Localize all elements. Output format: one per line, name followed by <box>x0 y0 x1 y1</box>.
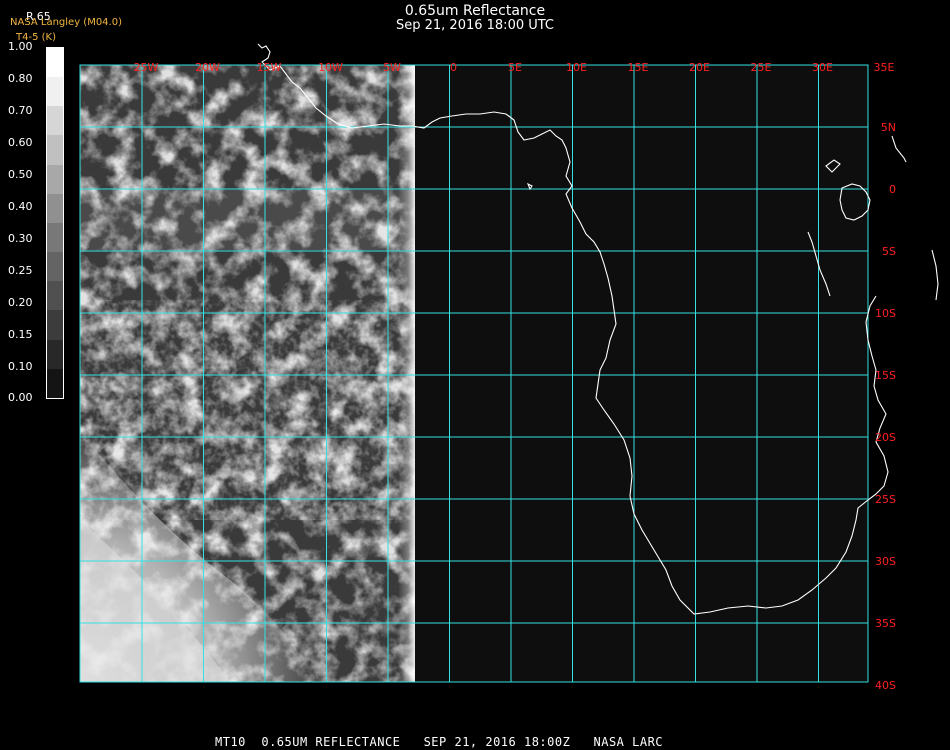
colorbar-segment <box>47 339 63 369</box>
satellite-map: 25W 20W 15W 10W 5W 0 5E 10E 15E 20E 25E 30E 35E 5N05… <box>79 43 939 692</box>
longitude-label: 20W <box>195 61 220 74</box>
colorbar-tick-label: 0.60 <box>8 136 33 149</box>
longitude-label: 25E <box>751 61 772 74</box>
reflectance-colorbar <box>46 47 64 399</box>
colorbar-segment <box>47 106 63 136</box>
latitude-labels: 5N 0 5S 10S 15S 20S 25S 30S 35S 40S <box>875 121 896 692</box>
east-coast-fragment <box>891 135 907 163</box>
colorbar-segment <box>47 368 63 398</box>
colorbar-tick-label: 1.00 <box>8 40 33 53</box>
latitude-label: 10S <box>875 307 896 320</box>
longitude-label: 15E <box>628 61 649 74</box>
longitude-label: 15W <box>257 61 282 74</box>
colorbar-tick-label: 0.80 <box>8 72 33 85</box>
colorbar-segment <box>47 164 63 194</box>
source-label: NASA Langley (M04.0) <box>10 17 122 28</box>
colorbar-tick-label: 0.20 <box>8 296 33 309</box>
latitude-label: 40S <box>875 679 896 692</box>
colorbar-segment <box>47 281 63 311</box>
colorbar-tick-label: 0.70 <box>8 104 33 117</box>
colorbar-segment <box>47 135 63 165</box>
colorbar-segment <box>47 252 63 282</box>
map-title: 0.65um Reflectance <box>404 3 546 19</box>
longitude-label: 10W <box>318 61 343 74</box>
longitude-label: 10E <box>566 61 587 74</box>
latitude-label: 20S <box>875 431 896 444</box>
latitude-label: 30S <box>875 555 896 568</box>
colorbar-tick-label: 0.40 <box>8 200 33 213</box>
longitude-label: 0 <box>450 61 457 74</box>
colorbar-segment <box>47 193 63 223</box>
colorbar-tick-label: 0.50 <box>8 168 33 181</box>
colorbar-tick-label: 0.15 <box>8 328 33 341</box>
map-subtitle: Sep 21, 2016 18:00 UTC <box>395 18 555 33</box>
satellite-swath <box>80 65 415 682</box>
latitude-label: 25S <box>875 493 896 506</box>
longitude-label: 30E <box>812 61 833 74</box>
longitude-label: 5E <box>508 61 522 74</box>
latitude-label: 0 <box>889 183 896 196</box>
colorbar-tick-label: 0.10 <box>8 360 33 373</box>
colorbar-tick-label: 0.30 <box>8 232 33 245</box>
colorbar-segment <box>47 310 63 340</box>
footer-caption: MT10 0.65UM REFLECTANCE SEP 21, 2016 18:… <box>215 735 664 749</box>
longitude-label: 25W <box>134 61 159 74</box>
latitude-label: 5S <box>882 245 896 258</box>
colorbar-tick-label: 0.00 <box>8 391 33 404</box>
lake-malawi <box>931 249 939 301</box>
longitude-label: 35E <box>874 61 895 74</box>
longitude-label: 20E <box>689 61 710 74</box>
latitude-label: 15S <box>875 369 896 382</box>
latitude-label: 35S <box>875 617 896 630</box>
longitude-label: 5W <box>383 61 401 74</box>
latitude-label: 5N <box>881 121 896 134</box>
colorbar-segment <box>47 222 63 253</box>
colorbar-segment <box>47 48 63 78</box>
colorbar-segment <box>47 77 63 107</box>
colorbar-tick-label: 0.25 <box>8 264 33 277</box>
